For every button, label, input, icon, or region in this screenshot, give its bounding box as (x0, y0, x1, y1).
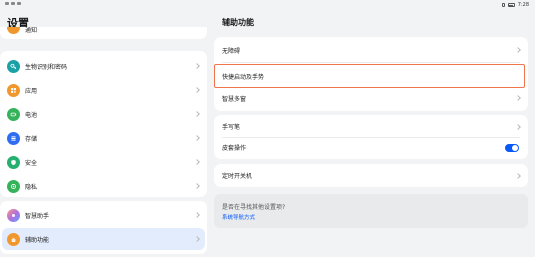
notification-icon (17, 2, 21, 5)
menu-item-label: 智慧多窗 (222, 95, 247, 103)
chevron-right-icon (194, 212, 200, 218)
menu-item-label: 快捷启动及手势 (222, 74, 265, 81)
sidebar-item-privacy[interactable]: 隐私 (0, 175, 207, 197)
suggestion-question: 是否在寻找其他设置项? (222, 204, 286, 211)
sidebar-item-label: 隐私 (25, 183, 38, 191)
sidebar-item-label: 存储 (25, 135, 38, 143)
sidebar-item-apps[interactable]: 应用 (0, 79, 207, 101)
divider (222, 62, 520, 63)
notification-icon (11, 2, 15, 5)
chevron-right-icon (194, 159, 200, 165)
sidebar-item-label: 电池 (25, 111, 38, 119)
menu-item-label: 定时开关机 (222, 173, 253, 180)
bluetooth-icon (501, 3, 505, 7)
menu-item-label: 手写笔 (222, 124, 241, 131)
sidebar-item-accessibility[interactable]: 辅助功能 (2, 228, 205, 250)
sidebar-item-label: 生物识别和密码 (25, 63, 68, 71)
battery-icon (7, 107, 20, 121)
settings-group-1: 生物识别和密码 应用 电池 存储 安全 隐私 (0, 51, 207, 197)
chevron-right-icon (194, 87, 200, 93)
hand-icon (7, 232, 20, 246)
partial-settings-card: 通知 (0, 27, 207, 39)
chevron-right-icon (194, 183, 200, 189)
section-title: 辅助功能 (222, 18, 254, 27)
cover-operation-toggle[interactable] (505, 143, 519, 152)
suggestion-link-system-navigation[interactable]: 系统导航方式 (222, 213, 255, 221)
storage-icon (7, 131, 20, 145)
menu-item-shortcuts-gestures[interactable]: 快捷启动及手势 (214, 64, 525, 88)
menu-item-stylus[interactable]: 手写笔 (214, 116, 528, 137)
menu-item-label: 无障碍 (222, 47, 241, 55)
sidebar-item-battery[interactable]: 电池 (0, 103, 207, 125)
sidebar-item-label: 智慧助手 (25, 212, 50, 220)
suggestion-panel: 是否在寻找其他设置项? 系统导航方式 (214, 194, 528, 228)
status-icons-right: 7:28 (501, 2, 529, 8)
chevron-right-icon (515, 95, 521, 101)
assistant-icon (7, 208, 20, 222)
battery-icon (507, 3, 515, 7)
apps-icon (7, 83, 20, 97)
status-time: 7:28 (517, 2, 529, 8)
chevron-right-icon (515, 47, 521, 53)
settings-group-2: 智慧助手 辅助功能 (0, 201, 207, 254)
menu-item-scheduled-power[interactable]: 定时开关机 (214, 165, 528, 186)
menu-item-smart-multiwindow[interactable]: 智慧多窗 (214, 87, 528, 109)
privacy-icon (7, 179, 20, 193)
status-bar: 7:28 (0, 0, 535, 10)
notification-icon (5, 2, 9, 5)
sidebar-item-notification[interactable]: 通知 (0, 27, 207, 35)
chevron-right-icon (194, 111, 200, 117)
sidebar-item-security[interactable]: 安全 (0, 151, 207, 173)
chevron-right-icon (515, 172, 521, 179)
key-icon (7, 59, 20, 73)
accessibility-card-2: 手写笔 皮套操作 (214, 115, 528, 159)
accessibility-card-3: 定时开关机 (214, 164, 528, 187)
sidebar-item-label: 应用 (25, 87, 38, 95)
chevron-right-icon (515, 123, 521, 130)
status-icons-left (5, 2, 21, 5)
chevron-right-icon (194, 236, 200, 242)
menu-item-label: 皮套操作 (222, 145, 247, 152)
shield-icon (7, 155, 20, 169)
chevron-right-icon (194, 63, 200, 69)
bell-icon (7, 27, 20, 34)
sidebar-item-label: 辅助功能 (25, 236, 50, 244)
sidebar-item-label: 安全 (25, 159, 38, 167)
menu-item-cover-operation: 皮套操作 (214, 137, 528, 158)
sidebar-item-storage[interactable]: 存储 (0, 127, 207, 149)
sidebar-item-smart-assistant[interactable]: 智慧助手 (0, 204, 207, 226)
sidebar-item-label: 通知 (25, 27, 38, 34)
chevron-right-icon (194, 135, 200, 141)
menu-item-barrier-free[interactable]: 无障碍 (214, 39, 528, 61)
sidebar-item-biometrics[interactable]: 生物识别和密码 (0, 55, 207, 77)
